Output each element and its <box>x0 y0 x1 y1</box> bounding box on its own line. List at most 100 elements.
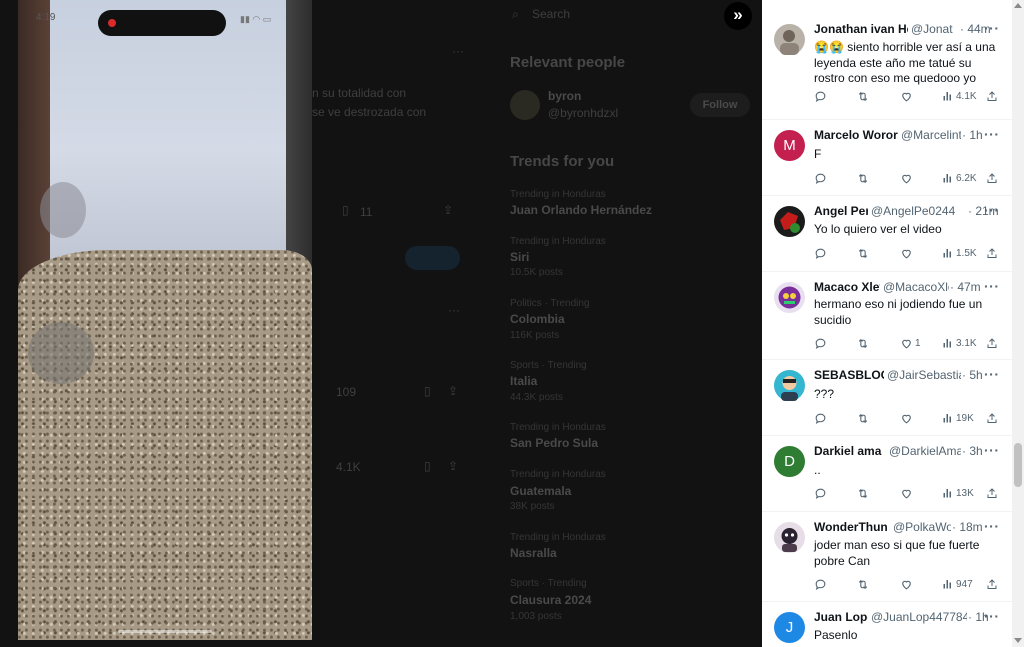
trend-posts: 10.5K posts <box>510 267 563 278</box>
reply-author-name[interactable]: Macaco Xley <box>814 280 880 294</box>
trend-posts: 44.3K posts <box>510 392 563 403</box>
retweet-icon[interactable] <box>856 337 870 350</box>
reply-timestamp[interactable]: · 1h <box>962 128 983 142</box>
reply-timestamp[interactable]: · 47m <box>950 280 981 294</box>
reply-author-handle[interactable]: @JuanLop447784 <box>871 610 967 624</box>
reply-text: Yo lo quiero ver el video <box>814 222 942 236</box>
like-icon[interactable]: 1 <box>900 337 921 350</box>
more-options-icon[interactable]: ··· <box>984 20 1000 36</box>
like-icon[interactable] <box>900 487 915 500</box>
share-icon[interactable] <box>986 412 998 425</box>
views-icon[interactable]: 1.5K <box>942 247 977 259</box>
more-options-icon[interactable]: ··· <box>984 442 1000 458</box>
like-icon[interactable] <box>900 247 915 260</box>
retweet-icon[interactable] <box>856 487 870 500</box>
reply-item[interactable]: D Darkiel ama @DarkielAma · 3h ···.. 13K <box>762 436 1012 512</box>
reply-icon[interactable] <box>814 487 827 500</box>
reply-author-name[interactable]: SEBASBLOC <box>814 368 884 382</box>
avatar[interactable] <box>774 24 805 55</box>
share-icon[interactable] <box>986 337 998 350</box>
retweet-icon[interactable] <box>856 412 870 425</box>
scroll-up-arrow-icon[interactable] <box>1014 3 1022 8</box>
reply-author-handle[interactable]: @Marcelint <box>901 128 961 142</box>
views-icon[interactable]: 947 <box>942 578 973 590</box>
reply-icon[interactable] <box>814 337 827 350</box>
reply-timestamp[interactable]: · 18m <box>952 520 983 534</box>
avatar[interactable] <box>774 522 805 553</box>
reply-author-name[interactable]: Jonathan ivan He <box>814 22 908 36</box>
scrollbar[interactable] <box>1012 0 1024 647</box>
views-icon[interactable]: 6.2K <box>942 172 977 184</box>
views-icon[interactable]: 4.1K <box>942 90 977 102</box>
trend-name: Guatemala <box>510 484 572 498</box>
reply-author-handle[interactable]: @JairSebastia <box>887 368 961 382</box>
avatar[interactable]: M <box>774 130 805 161</box>
avatar[interactable] <box>774 370 805 401</box>
views-icon[interactable]: 13K <box>942 487 974 499</box>
reply-actions: 947 <box>814 578 1004 594</box>
reply-timestamp[interactable]: · 5h <box>962 368 983 382</box>
reply-icon[interactable] <box>814 247 827 260</box>
retweet-icon[interactable] <box>856 247 870 260</box>
reply-actions: 4.1K <box>814 90 1004 106</box>
views-icon[interactable]: 19K <box>942 412 974 424</box>
like-icon[interactable] <box>900 412 915 425</box>
reply-item[interactable]: J Juan Lope@JuanLop447784· 1h··· Pasenlo <box>762 602 1012 647</box>
video-player[interactable]: 4:19 ▮▮ ◠ ▭ <box>18 0 312 640</box>
reply-author-name[interactable]: Juan Lope <box>814 610 868 624</box>
retweet-icon[interactable] <box>856 172 870 185</box>
share-icon[interactable] <box>986 487 998 500</box>
reply-item[interactable]: Jonathan ivan He @Jonat · 44m ··· 😭😭 siento … <box>762 14 1012 120</box>
reply-author-name[interactable]: Angel Per <box>814 204 868 218</box>
like-icon[interactable] <box>900 172 915 185</box>
avatar[interactable]: J <box>774 612 805 643</box>
reply-icon[interactable] <box>814 578 827 591</box>
reply-item[interactable]: M Marcelo Woror @Marcelint · 1h ··· F 6.2K <box>762 120 1012 196</box>
avatar[interactable] <box>774 282 805 313</box>
share-icon[interactable] <box>986 247 998 260</box>
reply-author-name[interactable]: Marcelo Woror <box>814 128 898 142</box>
share-icon[interactable] <box>986 90 998 103</box>
reply-author-handle[interactable]: @Jonat <box>911 22 959 36</box>
more-options-icon[interactable]: ··· <box>984 608 1000 624</box>
reply-author-handle[interactable]: @AngelPe0244 <box>871 204 967 218</box>
share-icon[interactable] <box>986 578 998 591</box>
bg-share-icon: ⇪ <box>448 459 459 473</box>
reply-icon[interactable] <box>814 412 827 425</box>
reply-author-name[interactable]: Darkiel ama <box>814 444 886 458</box>
reply-item[interactable]: SEBASBLOC @JairSebastia · 5h ···??? 19K <box>762 360 1012 436</box>
reply-text: .. <box>814 463 821 477</box>
reply-timestamp[interactable]: · 3h <box>962 444 983 458</box>
like-icon[interactable] <box>900 90 915 103</box>
avatar[interactable] <box>774 206 805 237</box>
view-count: 1.5K <box>956 247 977 259</box>
view-count: 6.2K <box>956 172 977 184</box>
more-options-icon[interactable]: ··· <box>984 366 1000 382</box>
scroll-down-arrow-icon[interactable] <box>1014 638 1022 643</box>
avatar[interactable]: D <box>774 446 805 477</box>
retweet-icon[interactable] <box>856 90 870 103</box>
bg-share-icon: ⇪ <box>443 203 454 217</box>
scrollbar-thumb[interactable] <box>1014 443 1022 487</box>
more-options-icon[interactable]: ··· <box>984 202 1000 218</box>
retweet-icon[interactable] <box>856 578 870 591</box>
expand-chevrons-icon[interactable]: » <box>724 2 752 30</box>
reply-icon[interactable] <box>814 172 827 185</box>
like-icon[interactable] <box>900 578 915 591</box>
share-icon[interactable] <box>986 172 998 185</box>
reply-item[interactable]: Angel Per @AngelPe0244 · 21m ··· Yo lo quier… <box>762 196 1012 272</box>
reply-icon[interactable] <box>814 90 827 103</box>
more-options-icon[interactable]: ··· <box>984 518 1000 534</box>
reply-header: WonderThun @PolkaWo · 18m <box>814 520 1004 536</box>
bg-stat: 11 <box>360 205 373 219</box>
reply-author-handle[interactable]: @PolkaWo <box>893 520 951 534</box>
reply-item[interactable]: Macaco Xley @MacacoXle · 47m ··· hermano eso… <box>762 272 1012 360</box>
more-options-icon[interactable]: ··· <box>984 126 1000 142</box>
reply-author-handle[interactable]: @MacacoXle <box>883 280 949 294</box>
more-options-icon[interactable]: ··· <box>984 278 1000 294</box>
reply-author-handle[interactable]: @DarkielAma <box>889 444 961 458</box>
reply-item[interactable]: WonderThun @PolkaWo · 18m ··· joder man eso … <box>762 512 1012 602</box>
reply-author-name[interactable]: WonderThun <box>814 520 890 534</box>
trend-posts: 116K posts <box>510 330 560 341</box>
views-icon[interactable]: 3.1K <box>942 337 977 349</box>
